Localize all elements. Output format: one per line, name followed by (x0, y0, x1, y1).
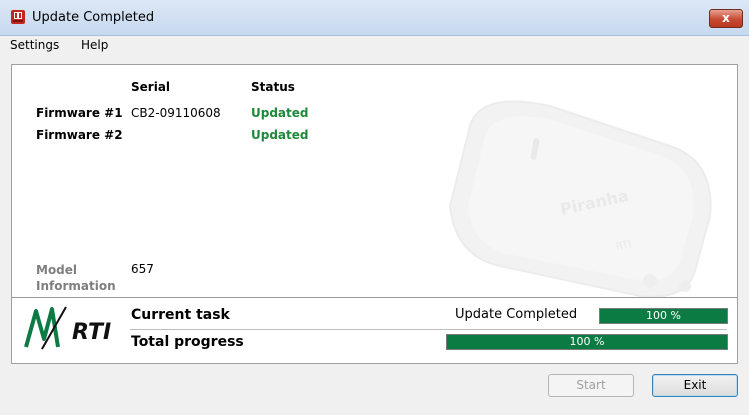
current-task-status: Update Completed (455, 307, 578, 322)
logo-text: RTI (72, 320, 111, 345)
firmware-2-label: Firmware #2 (36, 128, 123, 142)
model-information-label: Model Information (36, 262, 116, 294)
current-task-progress-text: 100 % (646, 309, 681, 322)
menu-bar: Settings Help (0, 36, 749, 56)
model-label-line2: Information (36, 279, 116, 293)
current-task-label: Current task (131, 307, 230, 323)
model-label-line1: Model (36, 263, 78, 277)
serial-column-header: Serial (131, 80, 171, 94)
title-bar: Update Completed x (0, 0, 749, 36)
window-title: Update Completed (32, 10, 155, 25)
menu-help[interactable]: Help (81, 38, 108, 52)
exit-button[interactable]: Exit (652, 374, 738, 397)
firmware-1-serial: CB2-09110608 (131, 106, 221, 120)
progress-divider (130, 329, 727, 330)
remote-device-image: Piranha RTI (448, 100, 712, 298)
total-progress-text: 100 % (569, 335, 605, 348)
status-column-header: Status (251, 80, 295, 94)
app-icon (11, 10, 25, 24)
rti-logo: RTI (24, 306, 111, 350)
firmware-2-status: Updated (251, 128, 309, 142)
total-progress-bar: 100 % (446, 334, 728, 350)
total-progress-label: Total progress (131, 334, 244, 350)
firmware-1-status: Updated (251, 106, 309, 120)
section-divider (12, 297, 737, 298)
model-information-value: 657 (131, 262, 154, 276)
current-task-progress-bar: 100 % (599, 308, 728, 324)
close-button[interactable]: x (709, 9, 743, 28)
firmware-1-label: Firmware #1 (36, 106, 123, 120)
menu-settings[interactable]: Settings (10, 38, 59, 52)
start-button[interactable]: Start (548, 374, 634, 397)
